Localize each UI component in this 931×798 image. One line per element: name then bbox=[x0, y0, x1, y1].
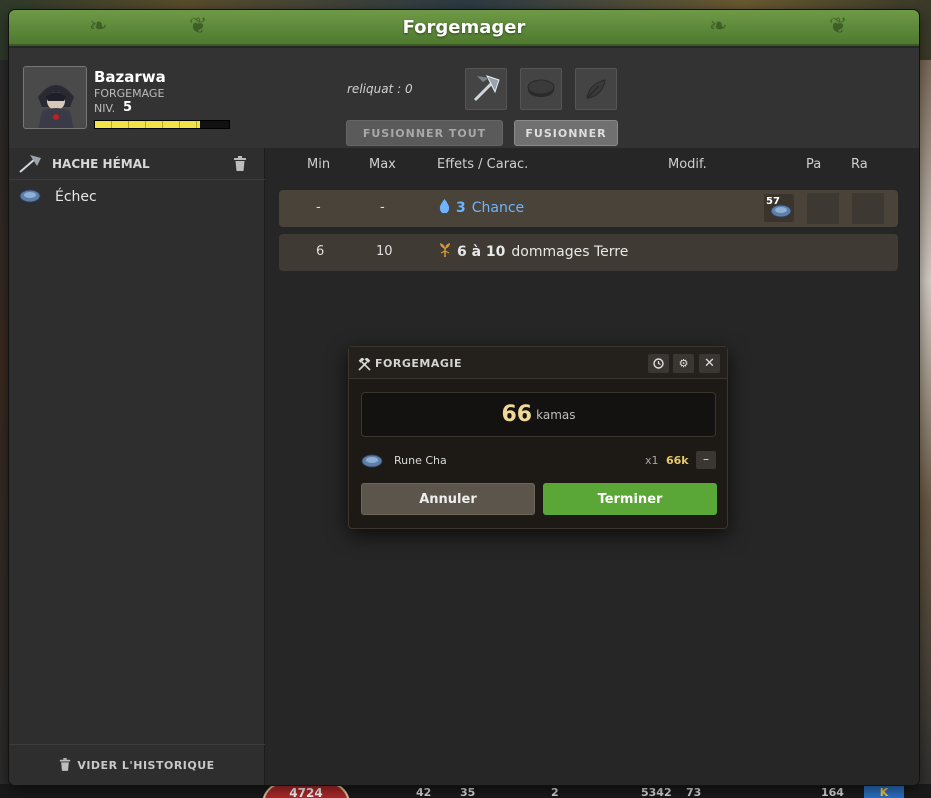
hud-value-2: 35 bbox=[460, 786, 476, 798]
effect-value: 3 bbox=[456, 200, 466, 216]
pa-slot[interactable] bbox=[807, 193, 839, 224]
cell-max: 10 bbox=[376, 244, 393, 259]
close-button[interactable]: ✕ bbox=[699, 354, 720, 373]
gear-icon: ⚙ bbox=[678, 357, 689, 370]
character-class: FORGEMAGE bbox=[94, 87, 165, 100]
remove-rune-button[interactable]: – bbox=[696, 451, 716, 469]
settings-button[interactable]: ⚙ bbox=[673, 354, 694, 373]
cell-max: - bbox=[380, 200, 385, 215]
price-value: 66 bbox=[501, 402, 533, 427]
forgemagie-dialog: FORGEMAGIE ⚙ ✕ 66 kamas Rune Cha x1 66k –… bbox=[348, 346, 728, 529]
hud-k-badge[interactable]: K bbox=[864, 786, 904, 798]
history-entry[interactable]: Échec bbox=[9, 182, 265, 212]
game-background-right bbox=[917, 60, 931, 798]
window-title: Forgemager bbox=[402, 17, 526, 38]
level-value: 5 bbox=[123, 100, 133, 115]
feather-slot[interactable] bbox=[575, 68, 617, 110]
rune-name: Rune Cha bbox=[394, 454, 447, 467]
finish-button[interactable]: Terminer bbox=[543, 483, 717, 515]
hud-value-6: 164 bbox=[821, 786, 844, 798]
rune-line: Rune Cha x1 66k – bbox=[361, 451, 716, 471]
bamboo-leaf-icon: ❦ bbox=[829, 14, 848, 39]
rune-placeholder-icon bbox=[527, 79, 555, 97]
axe-icon bbox=[17, 154, 43, 178]
effect-value: 6 à 10 bbox=[457, 244, 506, 260]
trash-icon[interactable] bbox=[233, 156, 247, 175]
dialog-title: FORGEMAGIE bbox=[375, 357, 462, 370]
avatar[interactable] bbox=[23, 66, 87, 129]
history-clock-button[interactable] bbox=[648, 354, 669, 373]
cell-min: 6 bbox=[316, 244, 325, 259]
water-drop-icon bbox=[439, 199, 450, 217]
table-header: Min Max Effets / Carac. Modif. Pa Ra bbox=[266, 148, 919, 182]
cancel-button[interactable]: Annuler bbox=[361, 483, 535, 515]
history-sidebar: HACHE HÉMAL Échec VIDER L'HISTORIQUE bbox=[9, 148, 265, 785]
price-display: 66 kamas bbox=[361, 392, 716, 437]
header-ra: Ra bbox=[851, 157, 868, 172]
effect-cell: 3 Chance bbox=[439, 199, 524, 217]
bamboo-leaf-icon: ❦ bbox=[189, 14, 208, 39]
sidebar-item-name: HACHE HÉMAL bbox=[52, 157, 150, 171]
earth-icon bbox=[439, 243, 451, 261]
header-pa: Pa bbox=[806, 157, 822, 172]
history-entry-text: Échec bbox=[55, 189, 97, 205]
modif-count: 57 bbox=[766, 196, 780, 207]
feather-icon bbox=[586, 79, 606, 99]
trash-icon bbox=[59, 756, 71, 775]
character-name: Bazarwa bbox=[94, 68, 166, 86]
clear-history-label: VIDER L'HISTORIQUE bbox=[77, 758, 215, 772]
window-titlebar[interactable]: ❧ ❦ ❧ ❦ Forgemager bbox=[9, 10, 919, 46]
effect-text: dommages Terre bbox=[511, 244, 629, 260]
modif-rune-slot[interactable]: 57 bbox=[764, 194, 794, 222]
axe-icon bbox=[473, 75, 500, 102]
ra-slot[interactable] bbox=[852, 193, 884, 224]
rune-icon bbox=[19, 188, 41, 208]
fusion-all-button[interactable]: FUSIONNER TOUT bbox=[346, 120, 503, 146]
xp-bar-fill bbox=[95, 121, 200, 128]
bamboo-leaf-icon: ❧ bbox=[89, 14, 108, 39]
xp-bar bbox=[94, 120, 230, 129]
hud-value-5: 73 bbox=[686, 786, 702, 798]
cell-min: - bbox=[316, 200, 321, 215]
bamboo-leaf-icon: ❧ bbox=[709, 14, 728, 39]
header-modif: Modif. bbox=[668, 157, 707, 172]
hud-value-3: 2 bbox=[551, 786, 559, 798]
rune-price: 66k bbox=[666, 454, 689, 467]
table-row[interactable]: 6 10 6 à 10 dommages Terre bbox=[279, 234, 898, 271]
header-min: Min bbox=[307, 157, 331, 172]
reliquat-text: reliquat : 0 bbox=[347, 82, 413, 96]
price-unit: kamas bbox=[536, 408, 576, 422]
hammers-icon bbox=[358, 356, 371, 375]
level-label: NIV. bbox=[94, 102, 116, 115]
rune-slot[interactable] bbox=[520, 68, 562, 110]
table-row[interactable]: - - 3 Chance 57 bbox=[279, 190, 898, 227]
forge-header: Bazarwa FORGEMAGE NIV. 5 reliquat : 0 FU… bbox=[9, 48, 919, 148]
rune-icon bbox=[361, 453, 383, 472]
close-icon: ✕ bbox=[704, 356, 715, 371]
hud-value-1: 42 bbox=[416, 786, 432, 798]
effect-cell: 6 à 10 dommages Terre bbox=[439, 243, 628, 261]
dialog-header[interactable]: FORGEMAGIE ⚙ ✕ bbox=[349, 347, 727, 379]
clear-history-button[interactable]: VIDER L'HISTORIQUE bbox=[9, 744, 265, 785]
effect-text: Chance bbox=[471, 200, 525, 216]
rune-quantity: x1 bbox=[645, 454, 659, 467]
sidebar-item-header: HACHE HÉMAL bbox=[9, 148, 265, 180]
item-slot[interactable] bbox=[465, 68, 507, 110]
hud-value-4: 5342 bbox=[641, 786, 672, 798]
clock-icon bbox=[653, 358, 664, 369]
fusion-button[interactable]: FUSIONNER bbox=[514, 120, 618, 146]
header-effects: Effets / Carac. bbox=[437, 157, 529, 172]
header-max: Max bbox=[369, 157, 396, 172]
